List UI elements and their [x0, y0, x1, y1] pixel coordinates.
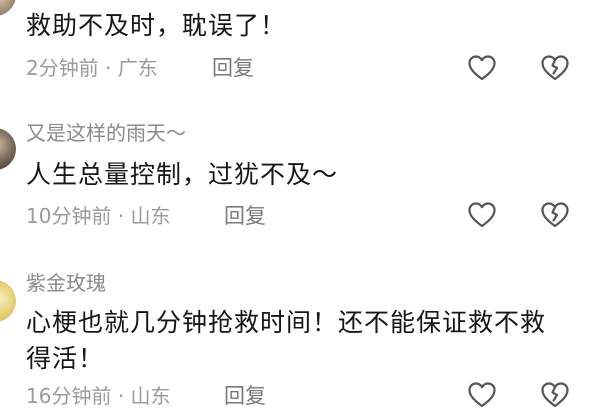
- broken-heart-outline-icon: [541, 202, 569, 228]
- meta-separator: ·: [117, 384, 125, 408]
- comment-text: 心梗也就几分钟抢救时间！还不能保证救不救得活！: [26, 308, 547, 373]
- reply-button[interactable]: 回复: [224, 383, 266, 409]
- comment-author[interactable]: 又是这样的雨天～: [26, 120, 186, 146]
- broken-heart-outline-icon: [541, 382, 569, 408]
- comment-meta: 16分钟前 · 山东: [26, 383, 171, 409]
- meta-separator: ·: [117, 204, 125, 228]
- comment-item: 救助不及时，耽误了！ 2分钟前 · 广东 回复: [0, 0, 600, 100]
- comment-time: 16分钟前: [26, 384, 112, 408]
- comment-text: 救助不及时，耽误了！: [26, 11, 287, 40]
- like-button[interactable]: [467, 53, 497, 83]
- heart-outline-icon: [468, 55, 496, 81]
- dislike-button[interactable]: [540, 53, 570, 83]
- avatar[interactable]: [0, 280, 16, 322]
- dislike-button[interactable]: [540, 380, 570, 410]
- avatar[interactable]: [0, 128, 16, 170]
- meta-separator: ·: [105, 56, 112, 80]
- comment-meta: 2分钟前 · 广东: [26, 55, 158, 81]
- comment-item: 又是这样的雨天～ 人生总量控制，过犹不及～ 10分钟前 · 山东 回复: [0, 100, 600, 250]
- reply-button[interactable]: 回复: [224, 203, 266, 229]
- comment-location: 山东: [130, 384, 171, 408]
- reply-button[interactable]: 回复: [212, 55, 254, 81]
- comment-time: 2分钟前: [26, 56, 99, 80]
- comment-item: 紫金玫瑰 心梗也就几分钟抢救时间！还不能保证救不救得活！ 16分钟前 · 山东 …: [0, 250, 600, 416]
- comment-text: 人生总量控制，过犹不及～: [26, 160, 339, 189]
- comment-list: 救助不及时，耽误了！ 2分钟前 · 广东 回复 又是这样的雨天～ 人生总量控制，…: [0, 0, 600, 416]
- comment-author[interactable]: 紫金玫瑰: [26, 270, 106, 296]
- like-button[interactable]: [467, 200, 497, 230]
- comment-meta: 10分钟前 · 山东: [26, 203, 171, 229]
- comment-location: 山东: [130, 204, 171, 228]
- avatar[interactable]: [0, 0, 16, 16]
- heart-outline-icon: [468, 202, 496, 228]
- comment-time: 10分钟前: [26, 204, 112, 228]
- heart-outline-icon: [468, 382, 496, 408]
- like-button[interactable]: [467, 380, 497, 410]
- comment-location: 广东: [117, 56, 158, 80]
- dislike-button[interactable]: [540, 200, 570, 230]
- broken-heart-outline-icon: [541, 55, 569, 81]
